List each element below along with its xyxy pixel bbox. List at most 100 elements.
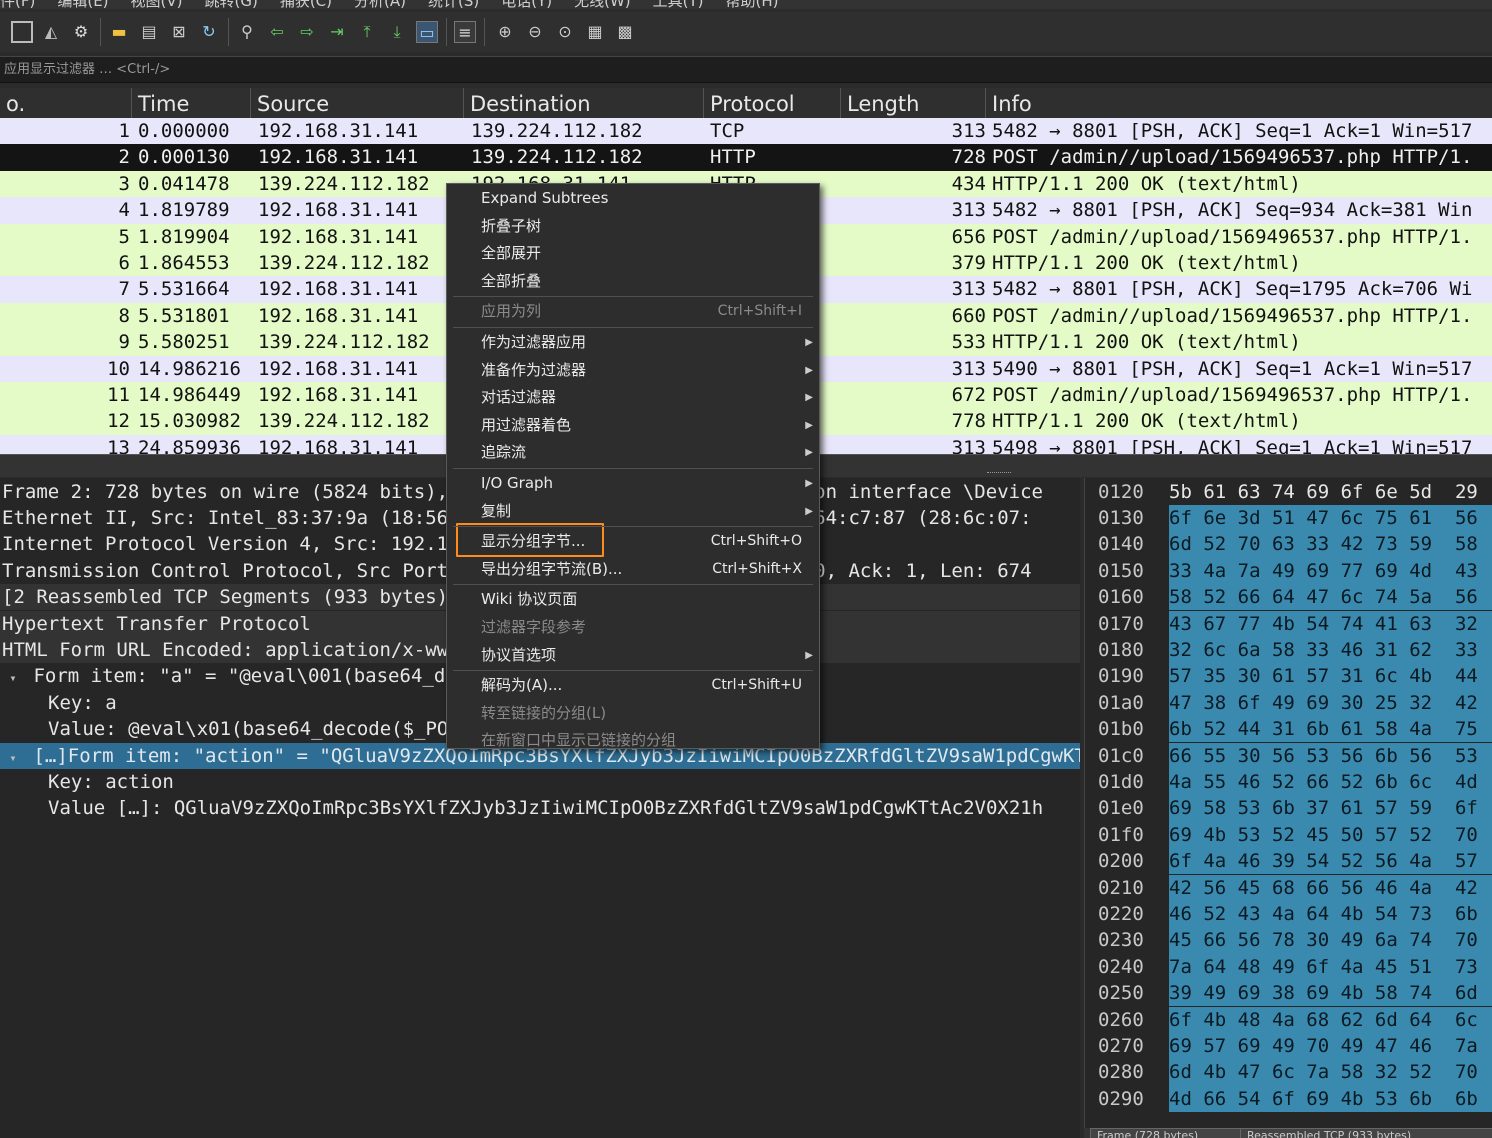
column-header-time[interactable]: Time: [132, 88, 251, 118]
colorize-icon[interactable]: ≡: [454, 21, 476, 43]
submenu-arrow-icon: ▶: [805, 649, 813, 661]
packet-row[interactable]: 1 0.000000 192.168.31.141 139.224.112.182 TC…: [0, 118, 1492, 145]
column-header-length[interactable]: Length: [841, 88, 986, 118]
hex-bytes-row[interactable]: 33 4a 7a 49 69 77 69 4d 43: [1169, 557, 1492, 585]
hex-bytes-row[interactable]: 5b 61 63 74 69 6f 6e 5d 29: [1169, 479, 1492, 505]
hex-bytes-row[interactable]: 6d 4b 47 6c 7a 58 32 52 70: [1169, 1059, 1492, 1086]
autoscroll-icon[interactable]: ▭: [416, 21, 438, 43]
hex-bytes-row[interactable]: 69 58 53 6b 37 61 57 59 6f: [1169, 795, 1492, 822]
menu-item[interactable]: 分析(A): [354, 0, 406, 9]
menu-item[interactable]: 编辑(E): [57, 0, 108, 9]
menu-item-24: 转至链接的分组(L): [447, 700, 819, 727]
menu-item-2[interactable]: 全部展开: [447, 240, 819, 267]
menu-item[interactable]: 工具(T): [653, 0, 704, 9]
go-back-icon[interactable]: ⇦: [266, 21, 288, 43]
menu-item-11[interactable]: 追踪流 ▶: [447, 439, 819, 466]
menu-item-21[interactable]: 协议首选项 ▶: [447, 642, 819, 669]
close-file-icon[interactable]: ⊠: [168, 21, 190, 43]
menu-item-7[interactable]: 作为过滤器应用 ▶: [447, 329, 819, 356]
hex-bytes-row[interactable]: 32 6c 6a 58 33 46 31 62 33: [1169, 636, 1492, 664]
hex-bytes-row[interactable]: 57 35 30 61 57 31 6c 4b 44: [1169, 663, 1492, 690]
packet-cell-len: 313: [951, 357, 986, 380]
tab-frame-bytes[interactable]: Frame (728 bytes): [1090, 1128, 1244, 1138]
packet-cell-time: 0.041478: [138, 172, 230, 195]
menu-item-0[interactable]: Expand Subtrees: [447, 185, 819, 212]
last-packet-icon[interactable]: ⤓: [386, 21, 408, 43]
expander-icon[interactable]: ▾: [4, 665, 22, 689]
column-header-source[interactable]: Source: [251, 88, 464, 118]
stop-capture-icon[interactable]: [11, 21, 33, 43]
menu-item-19[interactable]: Wiki 协议页面: [447, 586, 819, 613]
menu-item[interactable]: 电话(Y): [501, 0, 552, 9]
columns-grid-icon[interactable]: ▩: [614, 21, 636, 43]
expander-icon[interactable]: ▾: [4, 745, 22, 769]
find-packet-icon[interactable]: ⚲: [236, 21, 258, 43]
hex-offset: 01f0: [1098, 823, 1144, 846]
display-filter-bar[interactable]: 应用显示过滤器 … <Ctrl-/>: [0, 56, 1492, 83]
normal-size-icon[interactable]: ⊙: [554, 21, 576, 43]
menu-item-label: 全部展开: [481, 244, 542, 263]
hex-bytes-row[interactable]: 43 67 77 4b 54 74 41 63 32: [1169, 610, 1492, 637]
detail-row[interactable]: Value […]: QGluaV9zZXQoImRpc3BsYXlfZXJyb…: [0, 795, 1080, 821]
hex-bytes-row[interactable]: 6d 52 70 63 33 42 73 59 58: [1169, 531, 1492, 558]
menu-item[interactable]: 件(F): [0, 0, 35, 9]
hex-bytes-row[interactable]: 66 55 30 56 53 56 6b 56 53: [1169, 742, 1492, 769]
column-header-protocol[interactable]: Protocol: [704, 88, 841, 118]
menu-item-1[interactable]: 折叠子树: [447, 213, 819, 240]
hex-bytes-row[interactable]: 4a 55 46 52 66 52 6b 6c 4d: [1169, 768, 1492, 796]
tab-reassembled-tcp[interactable]: Reassembled TCP (933 bytes): [1240, 1128, 1492, 1138]
first-packet-icon[interactable]: ⤒: [356, 21, 378, 43]
hex-bytes-row[interactable]: 7a 64 48 49 6f 4a 45 51 73: [1169, 953, 1492, 981]
menu-item-14[interactable]: 复制 ▶: [447, 498, 819, 525]
detail-row[interactable]: Key: action: [0, 769, 1080, 795]
menu-item[interactable]: 帮助(H): [726, 0, 779, 9]
go-forward-icon[interactable]: ⇨: [296, 21, 318, 43]
display-filter-input[interactable]: 应用显示过滤器 … <Ctrl-/>: [4, 57, 170, 82]
menu-item-9[interactable]: 对话过滤器 ▶: [447, 384, 819, 411]
reload-file-icon[interactable]: ↻: [198, 21, 220, 43]
hex-bytes-row[interactable]: 58 52 66 64 47 6c 74 5a 56: [1169, 584, 1492, 611]
column-header-destination[interactable]: Destination: [464, 88, 704, 118]
save-file-icon[interactable]: ▤: [138, 21, 160, 43]
menu-item-10[interactable]: 用过滤器着色 ▶: [447, 412, 819, 439]
hex-bytes-row[interactable]: 6f 4a 46 39 54 52 56 4a 57: [1169, 848, 1492, 875]
menu-item[interactable]: 视图(V): [131, 0, 183, 9]
hex-bytes-row[interactable]: 6f 6e 3d 51 47 6c 75 61 56: [1169, 504, 1492, 532]
restart-capture-icon[interactable]: ◭: [40, 21, 62, 43]
capture-options-icon[interactable]: ⚙: [70, 21, 92, 43]
resize-columns-icon[interactable]: ▦: [584, 21, 606, 43]
menu-item[interactable]: 捕获(C): [280, 0, 332, 9]
hex-bytes-row[interactable]: 6b 52 44 31 6b 61 58 4a 75: [1169, 716, 1492, 743]
hex-offset: 0180: [1098, 638, 1144, 661]
menu-item[interactable]: 无线(W): [574, 0, 631, 9]
menu-item-16[interactable]: 显示分组字节... Ctrl+Shift+O: [447, 528, 819, 555]
packet-row[interactable]: 2 0.000130 192.168.31.141 139.224.112.182 HT…: [0, 144, 1492, 171]
hex-bytes-row[interactable]: 47 38 6f 49 69 30 25 32 42: [1169, 689, 1492, 717]
zoom-in-icon[interactable]: ⊕: [494, 21, 516, 43]
hex-bytes-row[interactable]: 4d 66 54 6f 69 4b 53 6b 6b: [1169, 1085, 1492, 1113]
hex-offset: 0120: [1098, 480, 1144, 503]
menu-item-13[interactable]: I/O Graph ▶: [447, 470, 819, 497]
column-header-no[interactable]: o.: [0, 88, 132, 118]
packet-bytes-pane[interactable]: 0120 5b 61 63 74 69 6f 6e 5d 29 0130 6f 6e …: [1084, 478, 1492, 1128]
packet-cell-proto: TCP: [710, 120, 745, 142]
go-to-packet-icon[interactable]: ⇥: [326, 21, 348, 43]
hex-bytes-row[interactable]: 69 57 69 49 70 49 47 46 7a: [1169, 1032, 1492, 1060]
menu-item-23[interactable]: 解码为(A)... Ctrl+Shift+U: [447, 672, 819, 699]
hex-bytes-row[interactable]: 69 4b 53 52 45 50 57 52 70: [1169, 821, 1492, 849]
hex-bytes-row[interactable]: 6f 4b 48 4a 68 62 6d 64 6c: [1169, 1006, 1492, 1033]
column-header-info[interactable]: Info: [986, 88, 1492, 118]
menu-item[interactable]: 统计(S): [428, 0, 479, 9]
submenu-arrow-icon: ▶: [805, 392, 813, 404]
hex-bytes-row[interactable]: 39 49 69 38 69 4b 58 74 6d: [1169, 980, 1492, 1007]
menu-item-17[interactable]: 导出分组字节流(B)... Ctrl+Shift+X: [447, 556, 819, 583]
menu-item-3[interactable]: 全部折叠: [447, 268, 819, 295]
hex-bytes-row[interactable]: 46 52 43 4a 64 4b 54 73 6b: [1169, 900, 1492, 928]
menu-item-label: 导出分组字节流(B)...: [481, 559, 623, 578]
menu-item-8[interactable]: 准备作为过滤器 ▶: [447, 357, 819, 384]
hex-bytes-row[interactable]: 42 56 45 68 66 56 46 4a 42: [1169, 874, 1492, 901]
open-file-icon[interactable]: ▬: [108, 21, 130, 43]
zoom-out-icon[interactable]: ⊖: [524, 21, 546, 43]
menu-item[interactable]: 跳转(G): [205, 0, 258, 9]
hex-bytes-row[interactable]: 45 66 56 78 30 49 6a 74 70: [1169, 927, 1492, 954]
